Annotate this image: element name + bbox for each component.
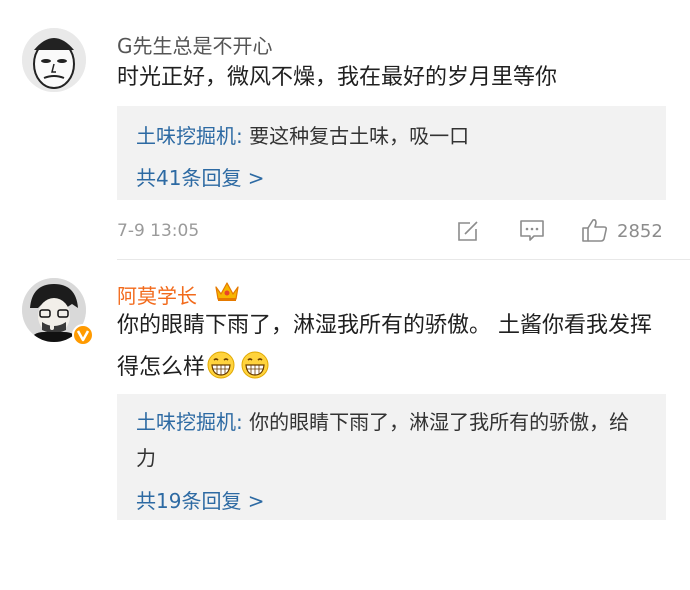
reply-line: 土味挖掘机: 你的眼睛下雨了，淋湿了我所有的骄傲，给力 [136,404,648,476]
reply-username[interactable]: 土味挖掘机: [136,124,243,148]
avatar-image [22,28,86,92]
username[interactable]: G先生总是不开心 [117,30,273,59]
reply-count-link[interactable]: 共41条回复 > [136,162,265,191]
grin-emoji-icon [207,351,235,379]
edit-icon[interactable] [456,219,480,243]
thumbs-up-icon[interactable] [581,217,609,243]
crown-icon [215,282,239,301]
reply-text: 要这种复古土味，吸一口 [242,124,470,148]
reply-count-link[interactable]: 共19条回复 > [136,485,265,514]
comment-text-body: 你的眼睛下雨了，淋湿我所有的骄傲。 土酱你看我发挥得怎么样 [117,313,652,380]
reply-preview[interactable]: 土味挖掘机: 你的眼睛下雨了，淋湿了我所有的骄傲，给力 共19条回复 > [117,394,666,520]
comment-text: 你的眼睛下雨了，淋湿我所有的骄傲。 土酱你看我发挥得怎么样 [117,305,652,389]
divider [117,259,690,260]
avatar[interactable] [22,28,86,92]
comment-text: 时光正好，微风不燥，我在最好的岁月里等你 [117,65,558,90]
timestamp: 7-9 13:05 [117,221,200,241]
reply-preview[interactable]: 土味挖掘机: 要这种复古土味，吸一口 共41条回复 > [117,106,666,200]
like-count: 2852 [617,221,663,242]
reply-username[interactable]: 土味挖掘机: [136,410,243,434]
comment-icon[interactable] [519,219,545,243]
verified-badge-icon [72,324,94,346]
reply-line: 土味挖掘机: 要这种复古土味，吸一口 [136,118,648,154]
grin-emoji-icon [241,351,269,379]
